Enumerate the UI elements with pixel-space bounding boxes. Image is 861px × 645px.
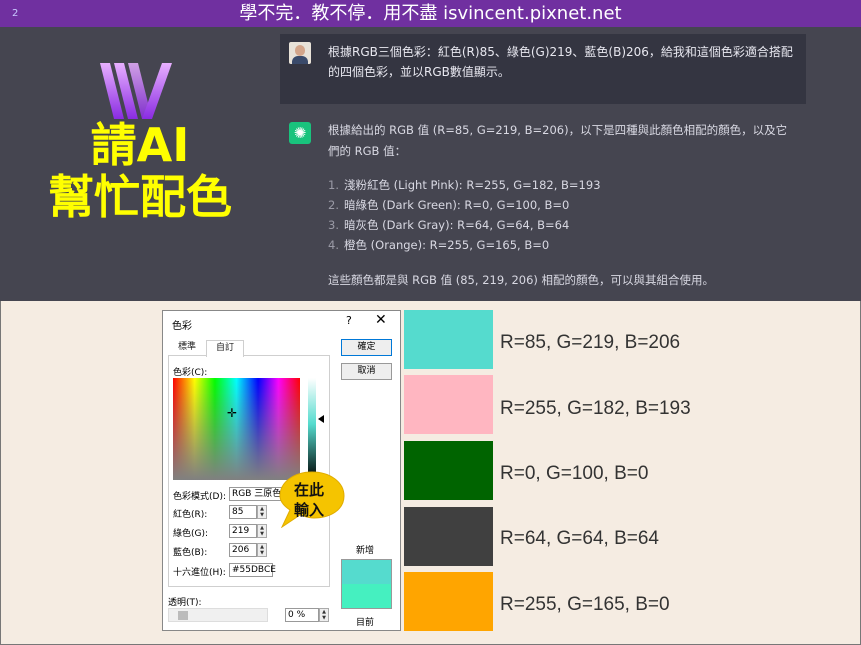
swatch-label-4: R=64, G=64, B=64 — [500, 528, 659, 549]
chatgpt-logo-icon: ✺ — [289, 122, 311, 144]
page-number: 2 — [12, 8, 19, 19]
callout-line1: 在此 — [293, 481, 324, 499]
cancel-button[interactable]: 取消 — [341, 363, 392, 380]
user-message: 根據RGB三個色彩：紅色(R)85、綠色(G)219、藍色(B)206，給我和這… — [280, 34, 806, 104]
blue-input[interactable]: 206 — [229, 543, 257, 557]
promo-title: 請AI 幫忙配色 — [30, 119, 250, 223]
new-label: 新增 — [356, 546, 375, 556]
red-spinner[interactable]: ▲ ▼ — [257, 505, 267, 519]
transparency-spinner[interactable]: ▲ ▼ — [319, 608, 329, 622]
answer-list: 1. 淺粉紅色 (Light Pink): R=255, G=182, B=193… — [328, 175, 601, 255]
swatch-label-2: R=255, G=182, B=193 — [500, 398, 691, 419]
swatch-1 — [404, 310, 493, 369]
green-label: 綠色(G): — [173, 529, 209, 539]
color-model-label: 色彩模式(D): — [173, 492, 226, 502]
swatch-label-1: R=85, G=219, B=206 — [500, 332, 681, 353]
callout-text: 在此 輸入 — [280, 480, 338, 520]
hex-label: 十六進位(H): — [173, 568, 226, 578]
user-question: 根據RGB三個色彩：紅色(R)85、綠色(G)219、藍色(B)206，給我和這… — [328, 45, 793, 79]
user-avatar — [289, 42, 311, 64]
list-item: 3. 暗灰色 (Dark Gray): R=64, G=64, B=64 — [328, 218, 570, 232]
list-item: 1. 淺粉紅色 (Light Pink): R=255, G=182, B=193 — [328, 178, 601, 192]
answer-footer: 這些顏色都是與 RGB 值 (85, 219, 206) 相配的顏色，可以與其組… — [328, 273, 715, 287]
swatch-4 — [404, 507, 493, 566]
promo-line1: 請AI — [90, 118, 190, 172]
new-color-swatch — [342, 560, 391, 584]
vincent-logo-icon — [100, 63, 172, 119]
list-item: 4. 橙色 (Orange): R=255, G=165, B=0 — [328, 238, 550, 252]
blue-label: 藍色(B): — [173, 548, 208, 558]
dialog-title: 色彩 — [172, 321, 192, 332]
banner-title: 學不完．教不停．用不盡 isvincent.pixnet.net — [239, 3, 622, 24]
answer-intro: 根據給出的 RGB 值 (R=85, G=219, B=206)，以下是四種與此… — [328, 123, 788, 158]
red-label: 紅色(R): — [173, 510, 208, 520]
swatch-5 — [404, 572, 493, 631]
callout-line2: 輸入 — [293, 501, 324, 519]
ok-button[interactable]: 確定 — [341, 339, 392, 356]
green-input[interactable]: 219 — [229, 524, 257, 538]
close-button[interactable]: ✕ — [375, 312, 387, 328]
swatch-2 — [404, 375, 493, 434]
current-label: 目前 — [356, 618, 375, 628]
tab-standard[interactable]: 標準 — [168, 340, 206, 356]
blue-spinner[interactable]: ▲ ▼ — [257, 543, 267, 557]
color-spectrum[interactable] — [173, 378, 300, 480]
green-spinner[interactable]: ▲ ▼ — [257, 524, 267, 538]
help-button[interactable]: ? — [346, 314, 352, 327]
swatch-3 — [404, 441, 493, 500]
tab-custom[interactable]: 自訂 — [206, 340, 244, 357]
luminance-arrow-icon[interactable] — [318, 415, 324, 423]
luminance-slider[interactable] — [308, 378, 316, 480]
transparency-label: 透明(T): — [168, 598, 202, 608]
chat-section: 請AI 幫忙配色 根據RGB三個色彩：紅色(R)85、綠色(G)219、藍色(B… — [0, 27, 861, 301]
top-banner: 2 學不完．教不停．用不盡 isvincent.pixnet.net — [0, 0, 861, 27]
color-preview — [341, 559, 392, 609]
transparency-input[interactable]: 0 % — [285, 608, 319, 622]
current-color-swatch — [342, 584, 391, 608]
crosshair-icon[interactable]: ✛ — [227, 407, 237, 419]
transparency-slider[interactable] — [168, 608, 268, 622]
swatch-label-3: R=0, G=100, B=0 — [500, 463, 649, 484]
colors-label: 色彩(C): — [173, 368, 208, 378]
slider-thumb[interactable] — [178, 611, 188, 620]
hex-input[interactable]: #55DBCE — [229, 563, 276, 577]
list-item: 2. 暗綠色 (Dark Green): R=0, G=100, B=0 — [328, 198, 570, 212]
swatch-label-5: R=255, G=165, B=0 — [500, 594, 670, 615]
promo-line2: 幫忙配色 — [48, 170, 232, 224]
red-input[interactable]: 85 — [229, 505, 257, 519]
